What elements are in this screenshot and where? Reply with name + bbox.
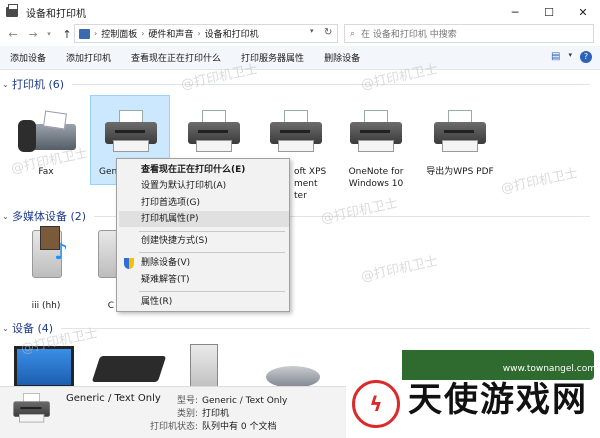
logo-url: www.townangel.com: [502, 364, 596, 374]
printer-icon: [103, 110, 159, 154]
collapse-chevron-icon[interactable]: ⌄: [2, 324, 12, 333]
add-printer-button[interactable]: 添加打印机: [66, 51, 111, 64]
recent-chevron-icon[interactable]: ▾: [42, 30, 56, 38]
address-bar: ← → ▾ ↑ › 控制面板 › 硬件和声音 › 设备和打印机 ▾ ↻ ⌕ 在 …: [0, 24, 600, 44]
menu-item-print-preferences[interactable]: 打印首选项(G): [141, 195, 289, 211]
multimedia-group-header[interactable]: ⌄ 多媒体设备 (2): [0, 208, 600, 224]
breadcrumb-item[interactable]: 硬件和声音: [148, 27, 193, 40]
breadcrumb-separator-icon: ›: [197, 29, 201, 38]
device-caption: C: [107, 301, 114, 311]
back-arrow-icon[interactable]: ←: [6, 28, 20, 41]
computer-tower-icon[interactable]: [190, 344, 218, 390]
shield-icon: [124, 258, 134, 269]
menu-item-see-printing[interactable]: 查看现在正在打印什么(E): [141, 162, 289, 178]
device-media-iii[interactable]: ♪ iii (hh): [6, 226, 86, 314]
fax-icon: [18, 110, 76, 154]
see-whats-printing-button[interactable]: 查看现在正在打印什么: [131, 51, 221, 64]
music-note-icon: ♪: [54, 240, 69, 265]
keyboard-icon[interactable]: [91, 356, 167, 382]
printer-icon: [348, 110, 404, 154]
monitor-icon[interactable]: [14, 346, 74, 388]
printer-icon: [12, 393, 52, 429]
printer-icon: [432, 110, 488, 154]
breadcrumb-item[interactable]: 设备和打印机: [205, 27, 259, 40]
menu-item-set-default[interactable]: 设置为默认打印机(A): [141, 178, 289, 194]
group-label: 设备 (4): [12, 322, 54, 335]
command-bar: 添加设备 添加打印机 查看现在正在打印什么 打印服务器属性 删除设备 ▤ ▾ ?: [0, 46, 600, 70]
printer-status-key: 打印机状态:: [149, 422, 198, 432]
selected-device-name: Generic / Text Only: [66, 393, 161, 404]
refresh-icon[interactable]: ↻: [324, 27, 332, 38]
category-key: 类别:: [176, 409, 198, 419]
category-row: 类别: 打印机: [148, 406, 229, 419]
logo-emblem-icon: ϟ: [352, 380, 400, 428]
logo-text: 天使游戏网: [408, 380, 588, 420]
add-device-button[interactable]: 添加设备: [10, 51, 46, 64]
device-caption: iii (hh): [31, 301, 61, 311]
breadcrumb-item[interactable]: 控制面板: [101, 27, 137, 40]
collapse-chevron-icon[interactable]: ⌄: [2, 80, 12, 89]
maximize-button[interactable]: ☐: [532, 0, 566, 24]
printer-icon: [186, 110, 242, 154]
menu-separator: [139, 291, 285, 292]
menu-item-printer-properties[interactable]: 打印机属性(P): [119, 211, 289, 227]
print-server-properties-button[interactable]: 打印服务器属性: [241, 51, 304, 64]
model-row: 型号: Generic / Text Only: [148, 393, 287, 406]
device-fax[interactable]: Fax: [6, 96, 86, 192]
view-options-icon[interactable]: ▤: [551, 51, 560, 63]
category-value: 打印机: [202, 409, 230, 419]
breadcrumb[interactable]: › 控制面板 › 硬件和声音 › 设备和打印机: [74, 24, 338, 43]
device-onenote[interactable]: OneNote for Windows 10: [336, 96, 416, 196]
group-divider: [72, 83, 590, 85]
devices-group-header[interactable]: ⌄ 设备 (4): [0, 320, 600, 336]
dropdown-chevron-icon[interactable]: ▾: [310, 27, 314, 35]
forward-arrow-icon[interactable]: →: [26, 28, 40, 41]
watermark: @打印机卫士: [499, 166, 580, 197]
breadcrumb-separator-icon: ›: [141, 29, 145, 38]
group-divider: [61, 327, 590, 329]
device-wps-pdf[interactable]: 导出为WPS PDF: [420, 96, 500, 186]
model-key: 型号:: [176, 396, 198, 406]
details-pane: Generic / Text Only 型号: Generic / Text On…: [0, 386, 348, 438]
close-button[interactable]: ✕: [566, 0, 600, 24]
printer-status-value: 队列中有 0 个文档: [202, 422, 277, 432]
group-label: 打印机 (6): [12, 78, 65, 91]
search-input[interactable]: ⌕ 在 设备和打印机 中搜索: [344, 24, 594, 43]
menu-item-create-shortcut[interactable]: 创建快捷方式(S): [141, 233, 289, 249]
site-logo: www.townangel.com ϟ 天使游戏网: [346, 350, 600, 438]
breadcrumb-separator-icon: ›: [94, 29, 98, 38]
view-dropdown-icon[interactable]: ▾: [568, 51, 572, 63]
printer-icon: [268, 110, 324, 154]
control-panel-icon: [79, 28, 90, 39]
device-media-c[interactable]: C: [76, 226, 128, 314]
device-caption: OneNote for Windows 10: [348, 167, 404, 189]
title-bar: 设备和打印机 ─ ☐ ✕: [0, 0, 600, 24]
remove-device-button[interactable]: 删除设备: [324, 51, 360, 64]
menu-item-properties[interactable]: 属性(R): [141, 294, 289, 310]
menu-item-troubleshoot[interactable]: 疑难解答(T): [141, 272, 289, 288]
up-arrow-icon[interactable]: ↑: [60, 28, 74, 41]
printer-status-row: 打印机状态: 队列中有 0 个文档: [148, 419, 277, 432]
window-title: 设备和打印机: [26, 8, 86, 20]
menu-separator: [139, 231, 285, 232]
group-label: 多媒体设备 (2): [12, 210, 87, 223]
printer-app-icon: [6, 4, 18, 17]
menu-item-remove-device[interactable]: 删除设备(V): [141, 255, 289, 271]
model-value: Generic / Text Only: [202, 396, 288, 406]
menu-separator: [139, 252, 285, 253]
context-menu: 查看现在正在打印什么(E) 设置为默认打印机(A) 打印首选项(G) 打印机属性…: [116, 158, 290, 312]
device-caption: Fax: [38, 167, 54, 177]
help-icon[interactable]: ?: [580, 51, 592, 63]
minimize-button[interactable]: ─: [498, 0, 532, 24]
device-caption: 导出为WPS PDF: [426, 167, 494, 177]
search-icon: ⌕: [350, 28, 356, 39]
printers-group-header[interactable]: ⌄ 打印机 (6): [0, 76, 600, 92]
collapse-chevron-icon[interactable]: ⌄: [2, 212, 12, 221]
mouse-icon[interactable]: [266, 366, 320, 388]
search-placeholder: 在 设备和打印机 中搜索: [361, 30, 457, 40]
watermark: @打印机卫士: [359, 254, 440, 285]
